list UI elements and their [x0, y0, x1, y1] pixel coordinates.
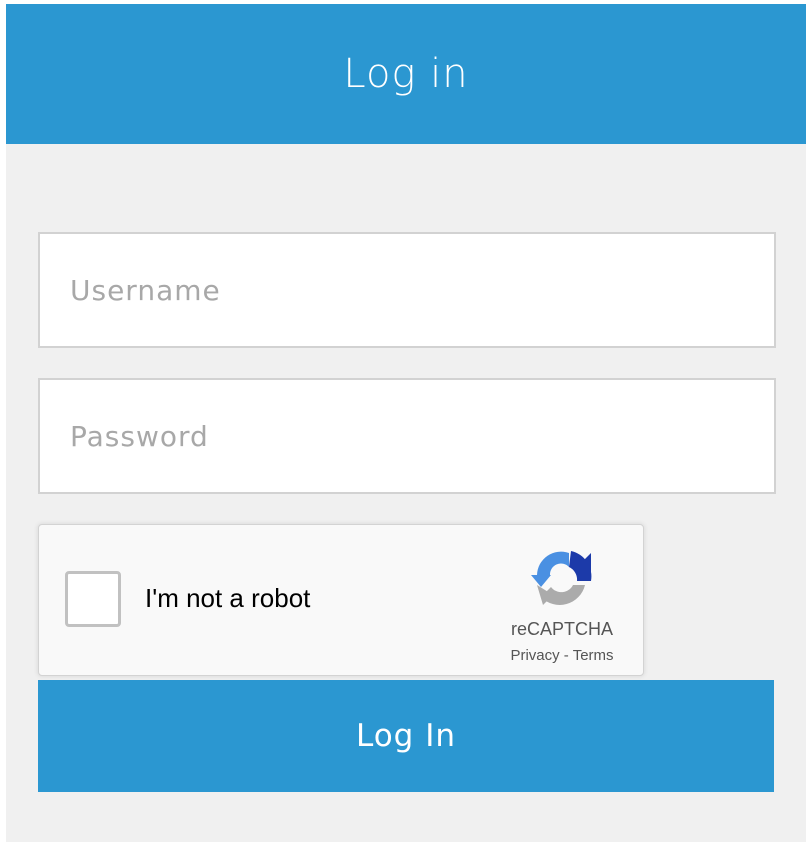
- recaptcha-logo-icon: [531, 551, 592, 605]
- login-header: Log in: [6, 4, 806, 144]
- login-panel: Log in I'm not a robot reCAPTCHA Privacy…: [6, 4, 806, 842]
- captcha-brand: reCAPTCHA: [510, 619, 613, 639]
- captcha-terms-link[interactable]: Terms: [573, 647, 614, 664]
- captcha-privacy-link[interactable]: Privacy: [510, 647, 559, 664]
- captcha-label: I'm not a robot: [145, 583, 311, 613]
- password-field: [38, 378, 776, 494]
- captcha-checkbox[interactable]: [65, 571, 121, 627]
- captcha-links-separator: -: [563, 647, 569, 664]
- username-field: [38, 232, 776, 348]
- recaptcha-widget: I'm not a robot reCAPTCHA Privacy - Term…: [38, 524, 644, 676]
- login-button[interactable]: Log In: [38, 680, 774, 792]
- page-title: Log in: [343, 51, 469, 97]
- username-input[interactable]: [40, 234, 774, 346]
- password-input[interactable]: [40, 380, 774, 492]
- captcha-links: Privacy - Terms: [489, 647, 635, 664]
